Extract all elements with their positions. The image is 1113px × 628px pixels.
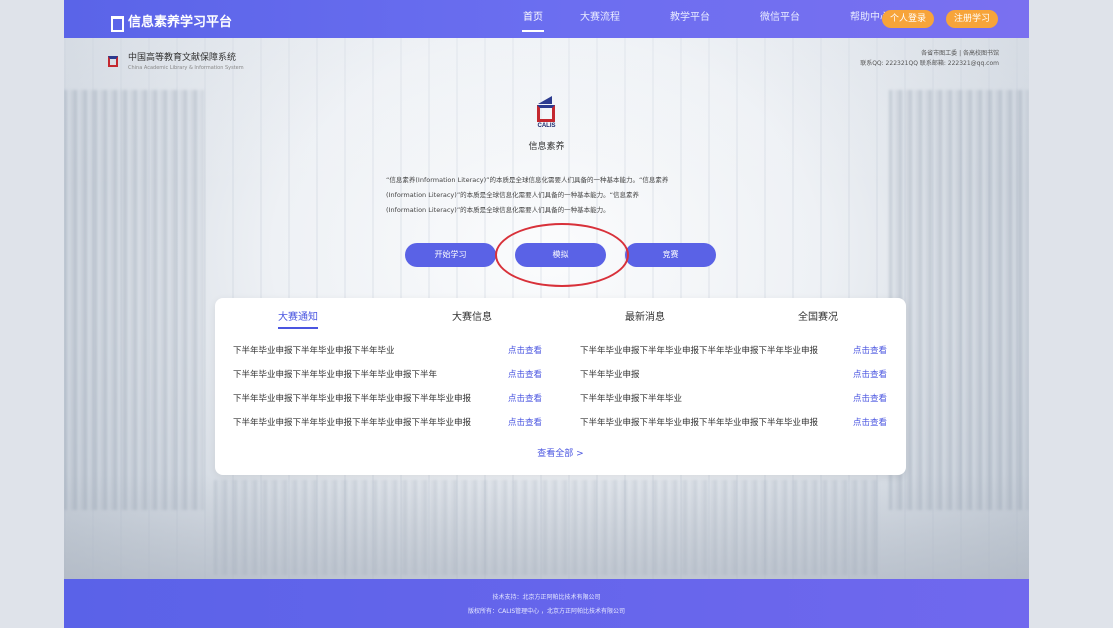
- intro-line: (Information Literacy)”的本质是全球信息化需要人们具备的一…: [386, 191, 640, 199]
- list-item[interactable]: 下半年毕业申报下半年毕业申报下半年毕业申报下半年毕业申报: [580, 416, 818, 428]
- contact-info: 各省市图工委 | 各高校图书馆 联系QQ: 222321QQ 联系邮箱: 222…: [860, 49, 999, 69]
- view-link[interactable]: 点击查看: [508, 392, 542, 404]
- contact-details: 联系QQ: 222321QQ 联系邮箱: 222321@qq.com: [860, 60, 999, 67]
- intro-line: “信息素养(Information Literacy)”的本质是全球信息化需要人…: [386, 176, 669, 184]
- register-study-button[interactable]: 注册学习: [946, 10, 999, 28]
- tab-latest-news[interactable]: 最新消息: [625, 308, 665, 323]
- tab-contest-notice[interactable]: 大赛通知: [278, 308, 318, 329]
- brand-logo-icon: [110, 14, 124, 32]
- tab-contest-info[interactable]: 大赛信息: [452, 308, 492, 323]
- org-name-cn: 中国高等教育文献保障系统: [128, 53, 237, 63]
- list-item[interactable]: 下半年毕业申报: [580, 368, 640, 380]
- view-link[interactable]: 点击查看: [508, 368, 542, 380]
- competition-button[interactable]: 竞赛: [625, 243, 716, 267]
- nav-item-home[interactable]: 首页: [520, 0, 546, 38]
- news-tabs: 大赛通知 大赛信息 最新消息 全国赛况: [215, 298, 906, 332]
- top-navbar: 信息素养学习平台 首页 大赛流程 教学平台 微信平台 帮助中心 个人登录 注册学…: [64, 0, 1029, 38]
- site-brand[interactable]: 信息素养学习平台: [110, 11, 233, 32]
- list-item[interactable]: 下半年毕业申报下半年毕业: [580, 392, 682, 404]
- view-link[interactable]: 点击查看: [508, 344, 542, 356]
- view-link[interactable]: 点击查看: [853, 368, 887, 380]
- hero-section: CALIS 信息素养: [64, 96, 1029, 152]
- background-bookshelf-right: [889, 90, 1029, 510]
- intro-text: “信息素养(Information Literacy)”的本质是全球信息化需要人…: [386, 173, 746, 218]
- list-item[interactable]: 下半年毕业申报下半年毕业申报下半年毕业申报下半年毕业申报: [233, 392, 471, 404]
- personal-login-button[interactable]: 个人登录: [882, 10, 935, 28]
- start-learning-button[interactable]: 开始学习: [405, 243, 496, 267]
- background-bookshelf-left: [64, 90, 204, 510]
- nav-item-wechat-platform[interactable]: 微信平台: [756, 0, 804, 38]
- background-floor: [64, 474, 1029, 584]
- view-link[interactable]: 点击查看: [853, 344, 887, 356]
- calis-logo-text: CALIS: [537, 123, 556, 129]
- tab-national-status[interactable]: 全国赛况: [798, 308, 838, 323]
- brand-title: 信息素养学习平台: [128, 15, 233, 30]
- view-link[interactable]: 点击查看: [853, 416, 887, 428]
- footer-copyright: 版权所有：CALIS管理中心 ，北京方正阿帕比技术有限公司: [467, 608, 626, 615]
- view-all-link[interactable]: 查看全部 >: [215, 446, 906, 459]
- list-item[interactable]: 下半年毕业申报下半年毕业申报下半年毕业申报下半年毕业申报: [233, 416, 471, 428]
- org-branding: 中国高等教育文献保障系统 China Academic Library & In…: [108, 50, 244, 71]
- intro-line: (Information Literacy)”的本质是全球信息化需要人们具备的一…: [386, 206, 610, 214]
- page-frame: 信息素养学习平台 首页 大赛流程 教学平台 微信平台 帮助中心 个人登录 注册学…: [64, 0, 1029, 628]
- list-item[interactable]: 下半年毕业申报下半年毕业申报下半年毕业申报下半年毕业申报: [580, 344, 818, 356]
- nav-item-contest-process[interactable]: 大赛流程: [576, 0, 624, 38]
- view-link[interactable]: 点击查看: [853, 392, 887, 404]
- list-item[interactable]: 下半年毕业申报下半年毕业申报下半年毕业: [233, 344, 395, 356]
- hero-title: 信息素养: [528, 142, 565, 152]
- highlight-circle-annotation: [495, 223, 629, 287]
- calis-main-logo-icon: CALIS: [534, 96, 560, 134]
- footer: 技术支持：北京方正阿帕比技术有限公司 版权所有：CALIS管理中心 ，北京方正阿…: [64, 579, 1029, 628]
- footer-tech-support: 技术支持：北京方正阿帕比技术有限公司: [492, 594, 601, 601]
- news-panel: 大赛通知 大赛信息 最新消息 全国赛况 下半年毕业申报下半年毕业申报下半年毕业 …: [215, 298, 906, 475]
- view-link[interactable]: 点击查看: [508, 416, 542, 428]
- main-nav: 首页 大赛流程 教学平台 微信平台 帮助中心: [520, 0, 894, 38]
- org-name-en: China Academic Library & Information Sys…: [128, 65, 244, 71]
- list-item[interactable]: 下半年毕业申报下半年毕业申报下半年毕业申报下半年: [233, 368, 437, 380]
- calis-logo-icon: [108, 53, 120, 69]
- partner-links[interactable]: 各省市图工委 | 各高校图书馆: [860, 49, 999, 59]
- nav-item-teaching-platform[interactable]: 教学平台: [666, 0, 714, 38]
